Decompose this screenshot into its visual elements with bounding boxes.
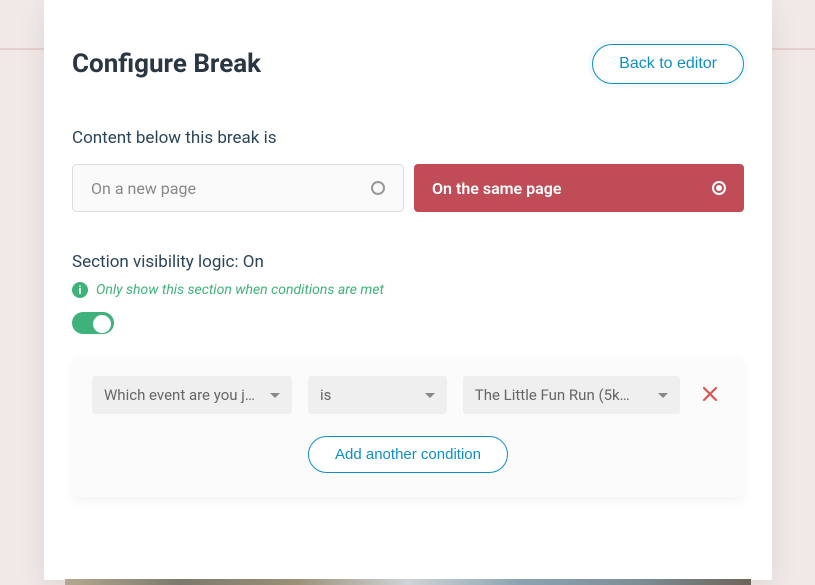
condition-field-dropdown[interactable]: Which event are you jo…	[92, 376, 292, 414]
close-icon	[702, 386, 718, 402]
visibility-hint-text: Only show this section when conditions a…	[96, 282, 384, 298]
radio-icon	[712, 181, 726, 195]
option-label: On a new page	[91, 179, 196, 198]
condition-operator-dropdown[interactable]: is	[308, 376, 447, 414]
info-icon: i	[72, 282, 88, 298]
dropdown-value: Which event are you jo…	[104, 386, 262, 404]
page-title: Configure Break	[72, 49, 261, 79]
option-label: On the same page	[432, 179, 561, 198]
back-to-editor-button[interactable]: Back to editor	[592, 44, 744, 84]
add-condition-button[interactable]: Add another condition	[308, 436, 508, 473]
dropdown-value: The Little Fun Run (5k…	[475, 386, 630, 404]
chevron-down-icon	[658, 393, 668, 398]
chevron-down-icon	[270, 393, 280, 398]
page-mode-toggle: On a new page On the same page	[72, 164, 744, 212]
visibility-hint: i Only show this section when conditions…	[72, 282, 744, 298]
remove-condition-button[interactable]	[696, 383, 724, 408]
content-break-label: Content below this break is	[72, 128, 744, 148]
panel-header: Configure Break Back to editor	[72, 44, 744, 84]
condition-value-dropdown[interactable]: The Little Fun Run (5k…	[463, 376, 680, 414]
condition-row: Which event are you jo… is The Little Fu…	[92, 376, 724, 414]
option-same-page[interactable]: On the same page	[414, 164, 744, 212]
conditions-card: Which event are you jo… is The Little Fu…	[72, 356, 744, 497]
option-new-page[interactable]: On a new page	[72, 164, 404, 212]
chevron-down-icon	[425, 393, 435, 398]
visibility-toggle[interactable]	[72, 312, 114, 334]
background-image-strip	[65, 579, 751, 585]
dropdown-value: is	[320, 386, 331, 404]
radio-icon	[371, 181, 385, 195]
configure-break-panel: Configure Break Back to editor Content b…	[44, 0, 772, 580]
visibility-heading: Section visibility logic: On	[72, 252, 744, 272]
